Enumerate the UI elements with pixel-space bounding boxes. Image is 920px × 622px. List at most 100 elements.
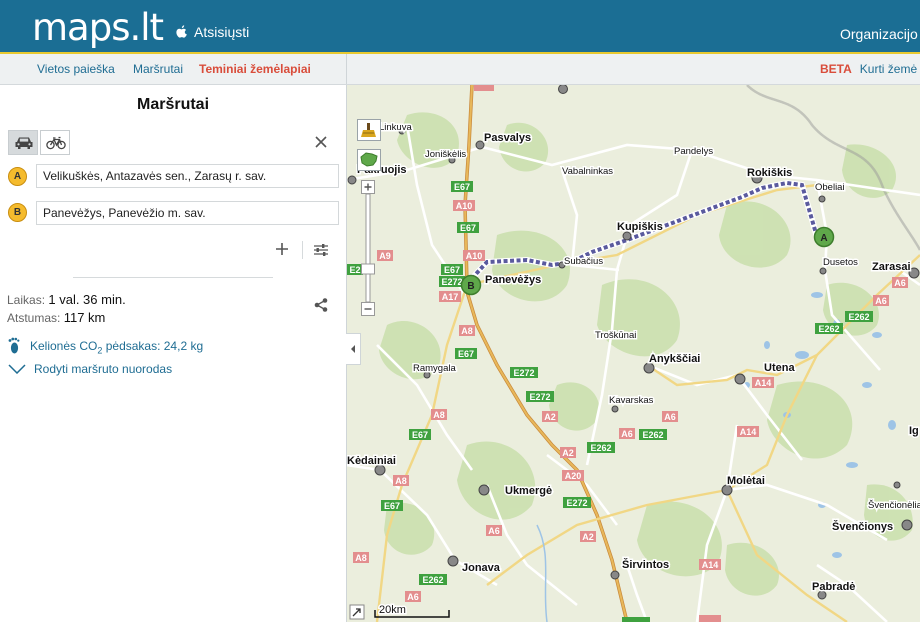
- svg-text:B: B: [467, 281, 474, 292]
- destination-field[interactable]: Panevėžys, Panevėžio m. sav.: [36, 201, 339, 225]
- svg-text:A14: A14: [755, 378, 772, 388]
- town-label: Vabalninkas: [562, 166, 613, 177]
- svg-text:A8: A8: [395, 476, 407, 486]
- layers-tool-button[interactable]: [357, 149, 381, 171]
- svg-text:A6: A6: [894, 278, 906, 288]
- city-label: Rokiškis: [747, 167, 792, 179]
- city-label: Švenčionys: [832, 520, 893, 533]
- download-label: Atsisiųsti: [194, 24, 250, 40]
- svg-text:E272: E272: [513, 368, 534, 378]
- org-link[interactable]: Organizacijo: [840, 26, 918, 42]
- duration-value: 1 val. 36 min.: [48, 292, 126, 307]
- town-label: Joniškėlis: [425, 149, 466, 160]
- pegman-tool-button[interactable]: [357, 119, 381, 141]
- expand-icon[interactable]: [349, 604, 365, 620]
- co2-prefix: Kelionės CO: [30, 339, 98, 353]
- svg-text:E262: E262: [590, 443, 611, 453]
- city-label: Panevėžys: [485, 274, 541, 286]
- co2-footprint[interactable]: Kelionės CO2 pėdsakas: 24,2 kg: [8, 337, 203, 355]
- svg-text:E2: E2: [349, 265, 360, 275]
- distance-row: Atstumas: 117 km: [7, 310, 105, 325]
- svg-text:A20: A20: [565, 471, 582, 481]
- svg-text:E67: E67: [384, 501, 400, 511]
- waypoint-marker-b: B: [8, 203, 27, 222]
- city-label: Jonava: [462, 562, 501, 574]
- bike-icon: [46, 136, 66, 150]
- city-label: Pasvalys: [484, 132, 531, 144]
- svg-text:E262: E262: [422, 575, 443, 585]
- download-link[interactable]: Atsisiųsti: [176, 24, 249, 40]
- svg-text:A10: A10: [466, 251, 483, 261]
- svg-text:E272: E272: [441, 277, 462, 287]
- svg-text:E272: E272: [566, 498, 587, 508]
- zoom-control[interactable]: [361, 180, 375, 316]
- route-marker-a[interactable]: A: [813, 226, 835, 248]
- lithuania-map-icon: [360, 152, 378, 167]
- add-waypoint-icon[interactable]: [275, 242, 289, 256]
- city-label: Molėtai: [727, 475, 765, 487]
- nav-place-search[interactable]: Vietos paieška: [37, 62, 115, 76]
- panel-title: Maršrutai: [136, 96, 210, 113]
- map-canvas[interactable]: E67 A10 E67 A10 A9 E67 E272 A17 E2 A8 E6…: [347, 85, 920, 622]
- svg-text:E67: E67: [458, 349, 474, 359]
- show-directions-link[interactable]: Rodyti maršruto nuorodas: [8, 362, 172, 376]
- svg-text:A6: A6: [875, 296, 887, 306]
- town-label: Dusetos: [823, 257, 858, 268]
- svg-text:A8: A8: [461, 326, 473, 336]
- city-label: Utena: [764, 362, 795, 374]
- town-label: Pandelys: [674, 146, 713, 157]
- bike-mode-button[interactable]: [40, 130, 70, 155]
- close-icon[interactable]: [314, 135, 328, 149]
- route-marker-b[interactable]: B: [460, 274, 482, 296]
- top-bar: maps.lt Atsisiųsti Organizacijo: [0, 0, 920, 54]
- town-label: Kavarskas: [609, 395, 654, 406]
- co2-suffix: pėdsakas: 24,2 kg: [102, 339, 204, 353]
- nav-tabs: Vietos paieška Maršrutai Teminiai žemėla…: [0, 54, 347, 84]
- map-view[interactable]: E67 A10 E67 A10 A9 E67 E272 A17 E2 A8 E6…: [347, 85, 920, 622]
- city-label: Zarasai: [872, 261, 911, 273]
- svg-text:A2: A2: [544, 412, 556, 422]
- svg-text:A17: A17: [442, 292, 459, 302]
- nav-thematic-maps[interactable]: Teminiai žemėlapiai: [199, 62, 311, 76]
- routes-panel: Maršrutai A Velikuškės, Antazavės sen., …: [0, 85, 347, 622]
- apple-icon: [176, 25, 187, 38]
- svg-text:A8: A8: [433, 410, 445, 420]
- svg-text:E67: E67: [412, 430, 428, 440]
- svg-text:A6: A6: [664, 412, 676, 422]
- nav-bar: Vietos paieška Maršrutai Teminiai žemėla…: [0, 54, 920, 85]
- route-options-icon[interactable]: [313, 242, 329, 258]
- town-label: Obeliai: [815, 182, 845, 193]
- share-icon[interactable]: [313, 297, 329, 313]
- svg-text:E67: E67: [454, 182, 470, 192]
- town-label: Linkuva: [379, 122, 412, 133]
- scale-label: 20km: [379, 604, 406, 616]
- chevron-left-icon: [351, 345, 355, 353]
- origin-field[interactable]: Velikuškės, Antazavės sen., Zarasų r. sa…: [36, 164, 339, 188]
- svg-text:A2: A2: [562, 448, 574, 458]
- distance-value: 117 km: [63, 310, 106, 325]
- nav-routes[interactable]: Maršrutai: [133, 62, 183, 76]
- chevron-down-icon: [8, 364, 26, 375]
- car-mode-button[interactable]: [8, 130, 38, 155]
- waypoint-marker-a: A: [8, 167, 27, 186]
- svg-text:E262: E262: [848, 312, 869, 322]
- maps-logo[interactable]: maps.lt: [32, 6, 164, 49]
- town-label: Subačius: [564, 256, 603, 267]
- create-map-link[interactable]: Kurti žemė: [860, 62, 917, 76]
- city-label: Ukmergė: [505, 485, 552, 497]
- town-label: Troškūnai: [595, 330, 636, 341]
- nav-right: BETA Kurti žemė: [820, 62, 917, 76]
- svg-text:E262: E262: [818, 324, 839, 334]
- city-label: Anykščiai: [649, 353, 700, 365]
- city-label: Kėdainiai: [347, 455, 396, 467]
- town-label: Ig: [909, 425, 919, 437]
- collapse-panel-button[interactable]: [346, 333, 361, 365]
- svg-text:A6: A6: [488, 526, 500, 536]
- distance-label: Atstumas:: [7, 311, 61, 325]
- svg-text:E262: E262: [642, 430, 663, 440]
- svg-text:A14: A14: [740, 427, 757, 437]
- city-label: Pabradė: [812, 581, 855, 593]
- town-label: Ramygala: [413, 363, 456, 374]
- city-label: Širvintos: [622, 558, 669, 571]
- city-label: Kupiškis: [617, 221, 663, 233]
